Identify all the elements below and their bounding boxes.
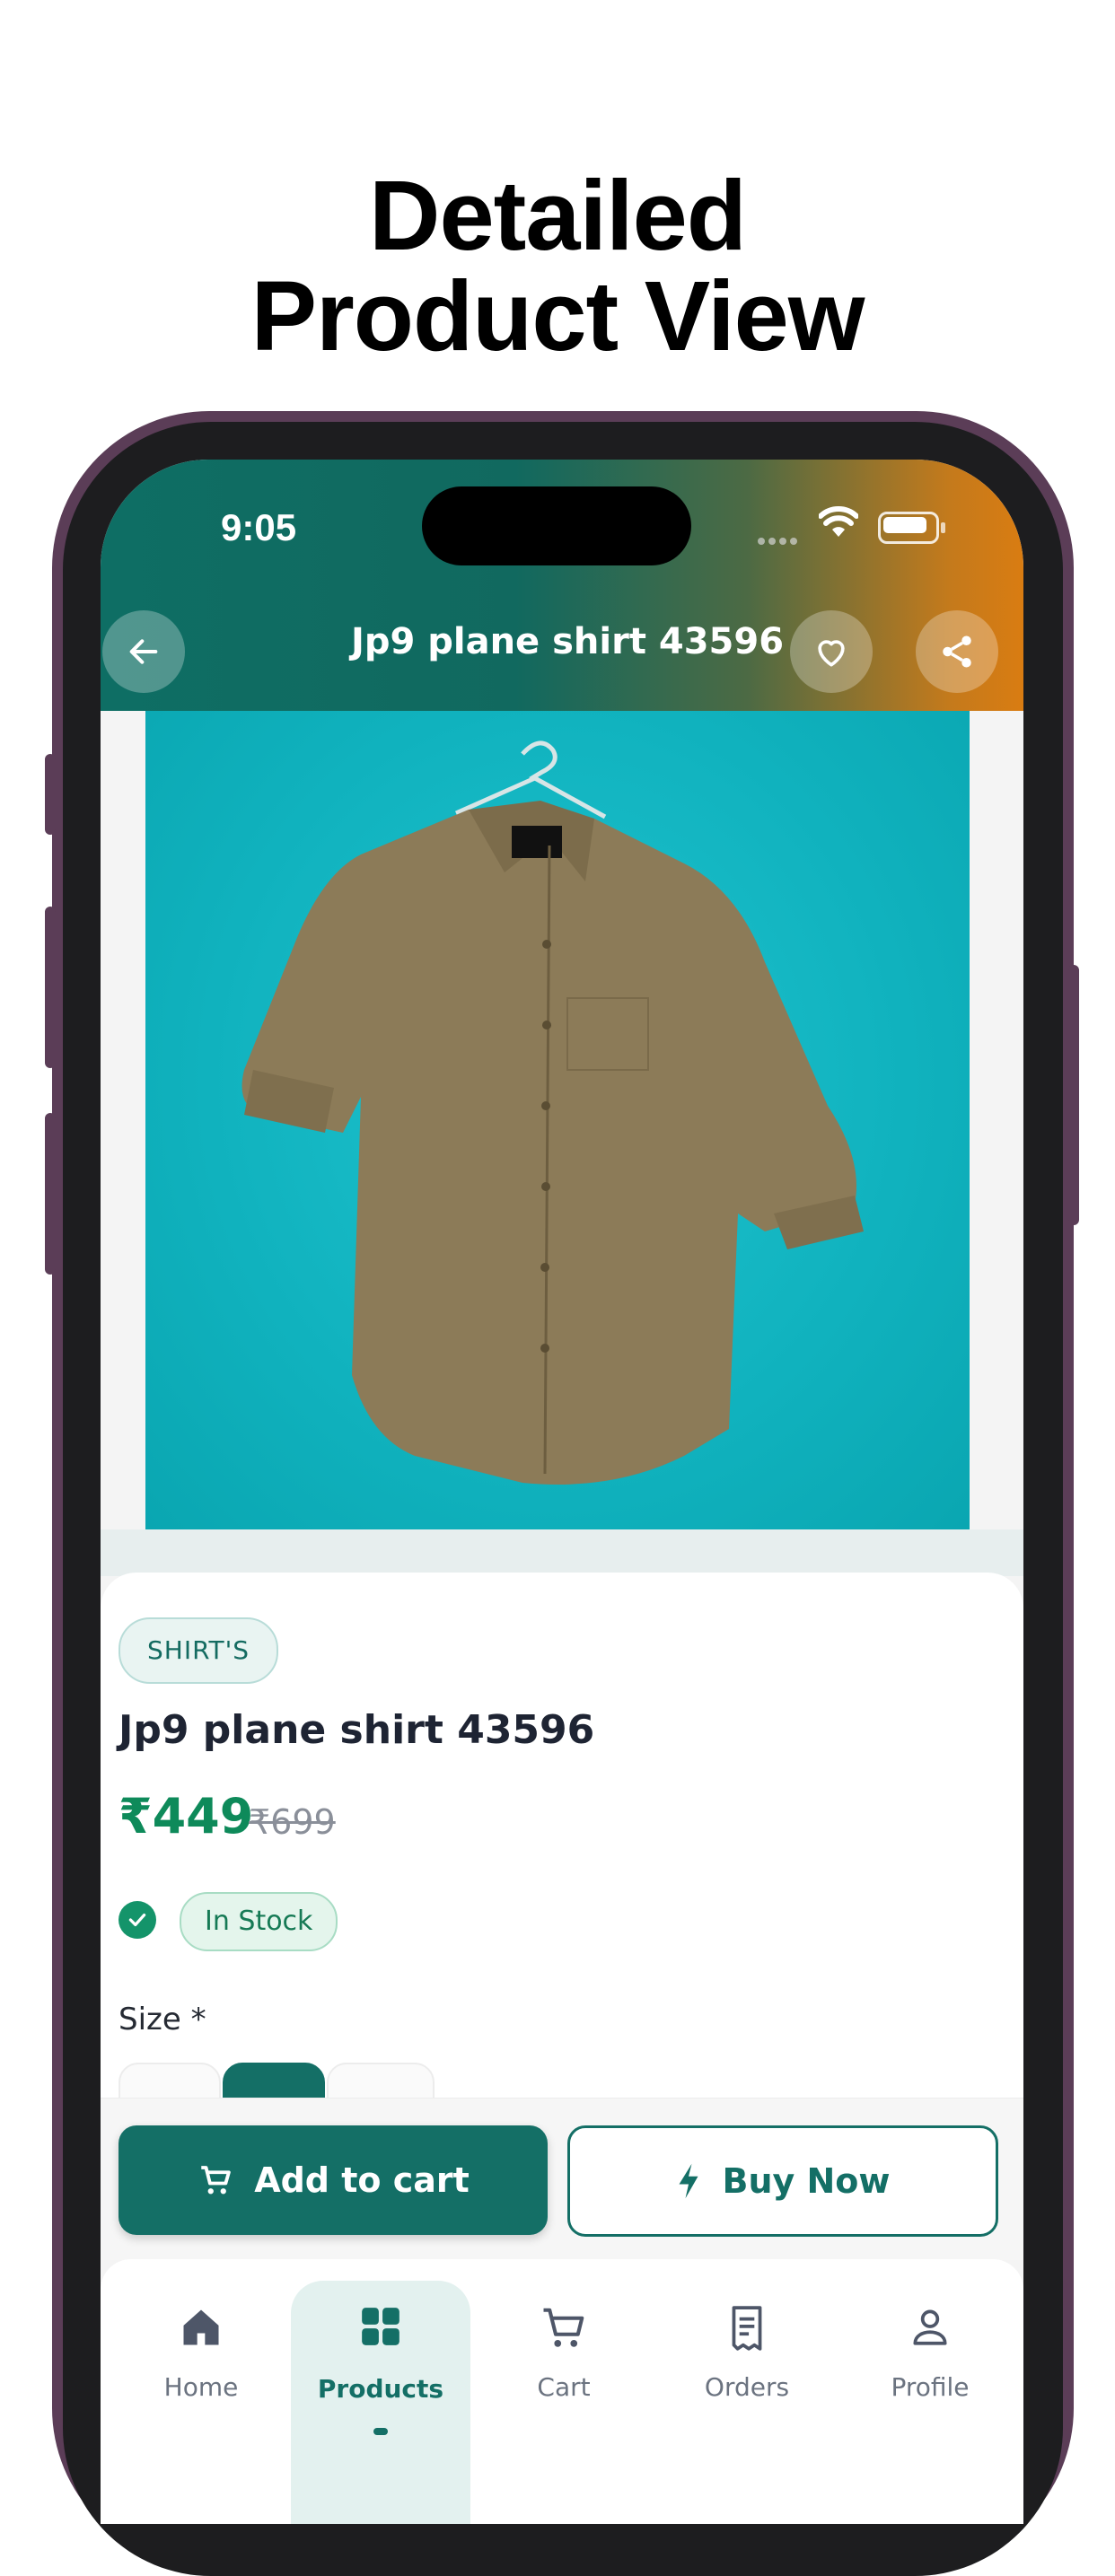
add-to-cart-label: Add to cart: [254, 2160, 470, 2200]
tab-label: Products: [317, 2374, 444, 2404]
sale-price: ₹449: [119, 1788, 254, 1844]
purchase-action-bar: Add to cart Buy Now: [101, 2098, 1023, 2260]
add-to-cart-button[interactable]: Add to cart: [119, 2125, 548, 2235]
buy-now-label: Buy Now: [722, 2161, 891, 2201]
product-image[interactable]: [145, 711, 970, 1529]
header-title: Jp9 plane shirt 43596: [350, 621, 785, 662]
check-circle-icon: [119, 1901, 156, 1939]
tab-home[interactable]: Home: [111, 2259, 291, 2524]
promo-headline: Detailed Product View: [0, 166, 1115, 367]
status-time: 9:05: [221, 506, 297, 548]
tab-label: Orders: [704, 2372, 790, 2402]
headline-line-1: Detailed: [369, 161, 747, 271]
buy-now-button[interactable]: Buy Now: [567, 2125, 998, 2237]
tab-label: Profile: [891, 2372, 970, 2402]
wishlist-button[interactable]: [790, 610, 873, 693]
dynamic-island: [422, 486, 691, 565]
header-bar: 9:05 Jp9 plane shirt 43596: [101, 460, 1023, 711]
active-tab-indicator: [373, 2428, 388, 2435]
headline-line-2: Product View: [250, 261, 865, 372]
product-details-card: SHIRT'S Jp9 plane shirt 43596 ₹449 ₹699 …: [101, 1573, 1023, 2165]
shirt-illustration: [241, 740, 864, 1485]
signal-icon: [758, 531, 801, 548]
share-icon: [943, 635, 971, 668]
category-chip[interactable]: SHIRT'S: [119, 1617, 279, 1684]
home-icon: [111, 2304, 291, 2351]
share-button[interactable]: [916, 610, 998, 693]
image-divider: [101, 1529, 1023, 1576]
wifi-icon: [818, 506, 859, 542]
app-screen: 9:05 Jp9 plane shirt 43596 SHIRT'S Jp9 p…: [101, 460, 1023, 2524]
size-label: Size *: [119, 2002, 206, 2037]
tab-label: Cart: [537, 2372, 591, 2402]
tab-cart[interactable]: Cart: [474, 2259, 654, 2524]
original-price: ₹699: [249, 1802, 336, 1842]
phone-side-button: [45, 1113, 56, 1275]
phone-side-button: [45, 754, 56, 835]
stock-status-badge: In Stock: [180, 1892, 338, 1951]
phone-side-button: [1068, 965, 1079, 1225]
product-name: Jp9 plane shirt 43596: [119, 1707, 595, 1753]
arrow-left-icon: [129, 639, 158, 664]
back-button[interactable]: [102, 610, 185, 693]
phone-side-button: [45, 907, 56, 1068]
bottom-tab-bar: Home Products Cart Orders Profile: [101, 2259, 1023, 2524]
tab-profile[interactable]: Profile: [840, 2259, 1020, 2524]
receipt-icon: [657, 2304, 837, 2353]
battery-icon: [878, 512, 945, 544]
cart-icon: [474, 2304, 654, 2353]
cart-icon: [201, 2166, 231, 2195]
heart-icon: [818, 640, 845, 667]
bolt-icon: [679, 2163, 698, 2199]
tab-products[interactable]: Products: [291, 2281, 470, 2524]
tab-orders[interactable]: Orders: [657, 2259, 837, 2524]
person-icon: [840, 2304, 1020, 2349]
grid-icon: [291, 2304, 470, 2349]
tab-label: Home: [163, 2372, 239, 2402]
